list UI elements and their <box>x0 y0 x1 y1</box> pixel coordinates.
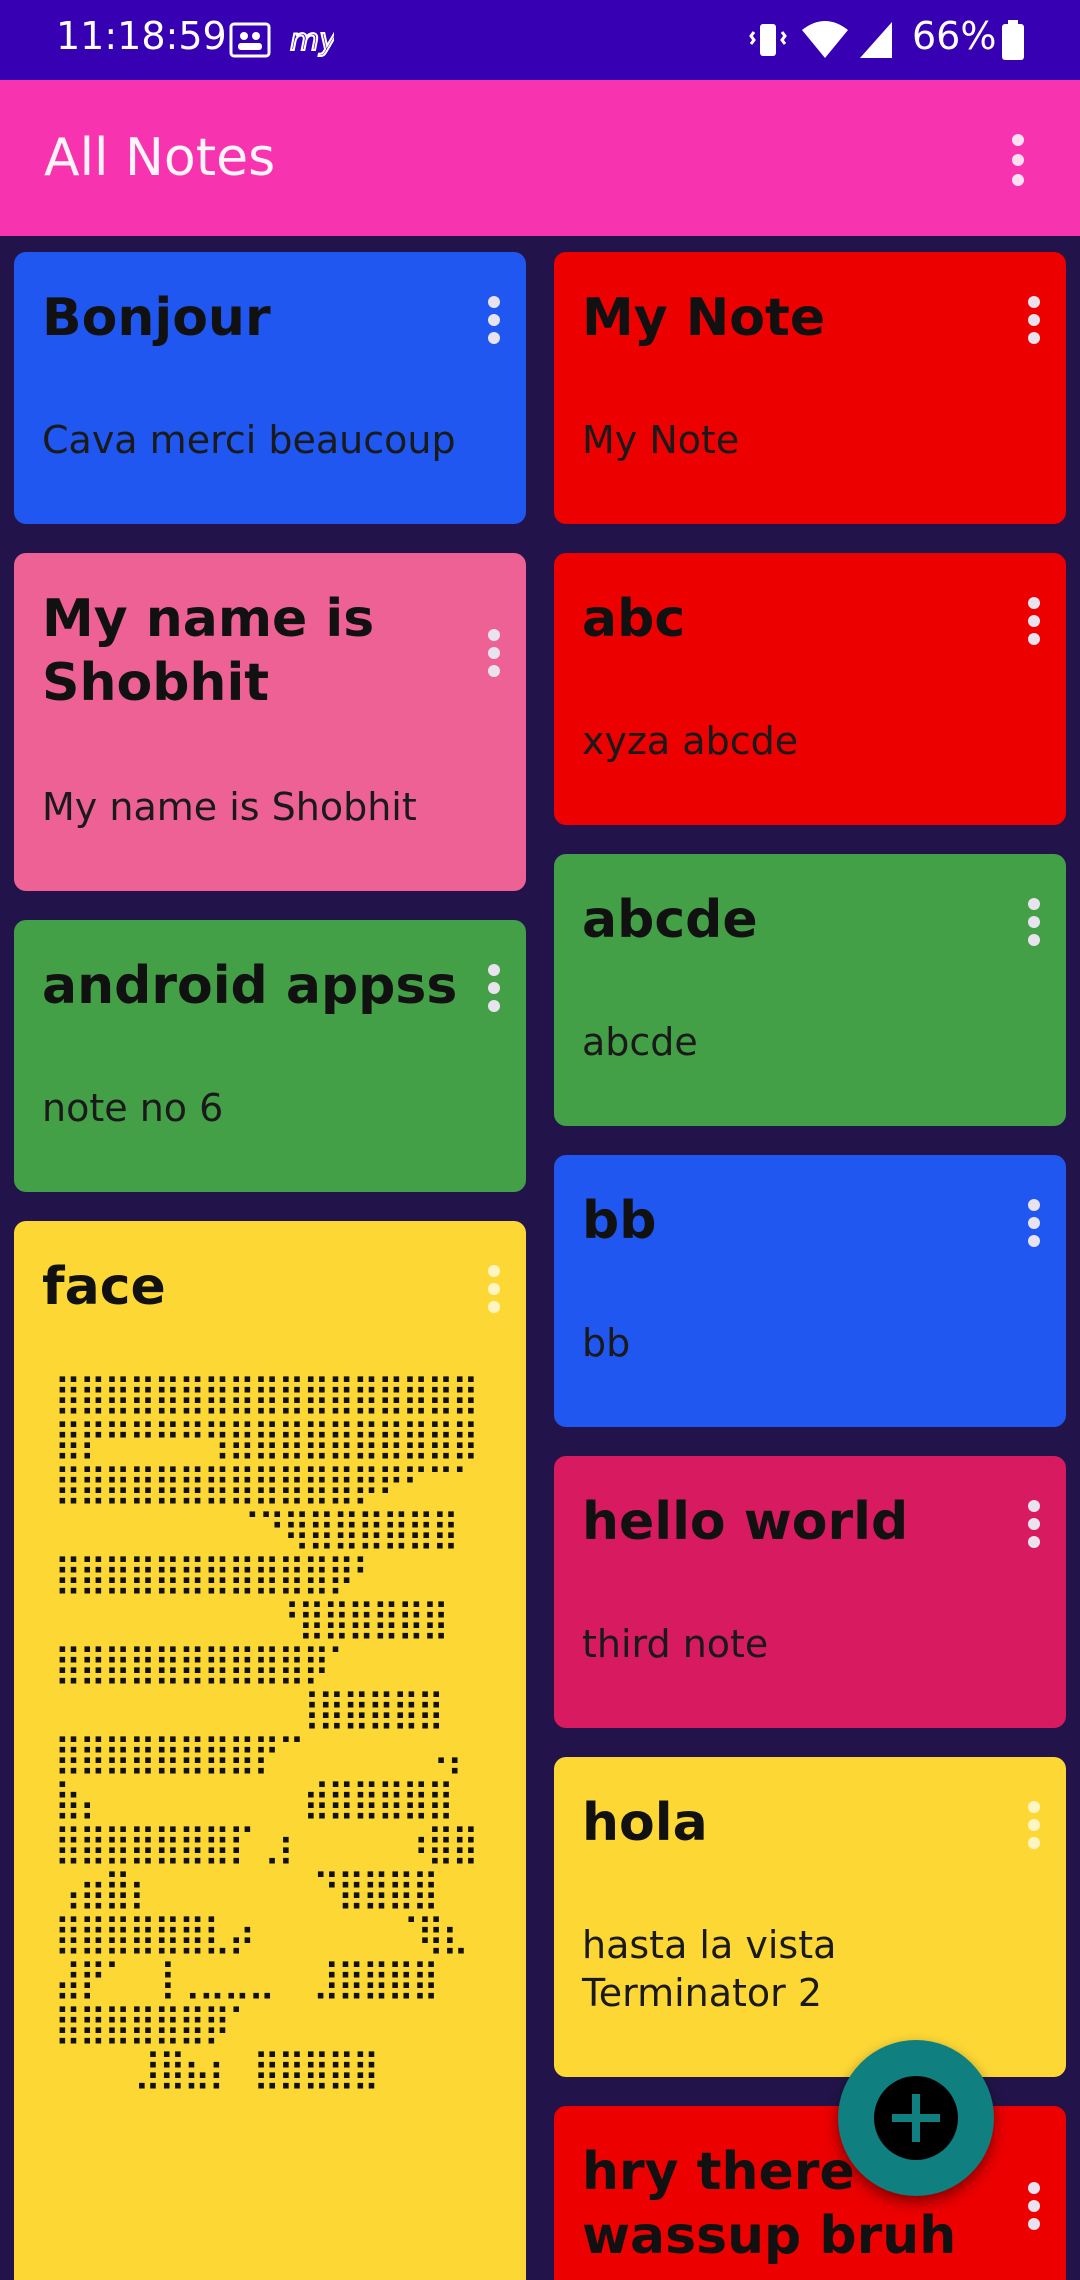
battery-icon <box>1002 20 1024 60</box>
note-card[interactable]: abcde abcde <box>554 854 1066 1126</box>
note-body: My name is Shobhit <box>42 785 417 829</box>
vibrate-icon <box>749 24 787 56</box>
more-vert-icon[interactable] <box>1016 1500 1052 1556</box>
note-title: hello world <box>582 1492 909 1552</box>
note-body: bb <box>582 1321 631 1365</box>
note-title: hola <box>582 1793 708 1853</box>
more-vert-icon[interactable] <box>1016 1801 1052 1857</box>
wifi-icon <box>802 21 848 58</box>
signal-icon <box>860 22 892 58</box>
app-bar: All Notes <box>0 80 1080 236</box>
note-title: My name is Shobhit <box>42 589 375 713</box>
note-card[interactable]: Bonjour Cava merci beaucoup <box>14 252 526 524</box>
more-vert-icon[interactable] <box>476 1265 512 1321</box>
more-vert-icon[interactable] <box>996 132 1040 188</box>
note-card[interactable]: hola hasta la vista Terminator 2 <box>554 1757 1066 2077</box>
note-title: android appss <box>42 956 458 1016</box>
note-card[interactable]: bb bb <box>554 1155 1066 1427</box>
note-body: hasta la vista Terminator 2 <box>582 1923 837 2015</box>
more-vert-icon[interactable] <box>476 964 512 1020</box>
more-vert-icon[interactable] <box>1016 2182 1052 2238</box>
more-vert-icon[interactable] <box>1016 1199 1052 1255</box>
more-vert-icon[interactable] <box>476 629 512 685</box>
note-card[interactable]: abc xyza abcde <box>554 553 1066 825</box>
note-body: My Note <box>582 418 740 462</box>
note-body: note no 6 <box>42 1086 224 1130</box>
status-bar: 11:18:59 my 66% <box>0 0 1080 80</box>
note-card[interactable]: My Note My Note <box>554 252 1066 524</box>
more-vert-icon[interactable] <box>476 296 512 352</box>
page-title: All Notes <box>44 128 276 188</box>
note-body: Cava merci beaucoup <box>42 418 456 462</box>
note-body: xyza abcde <box>582 719 799 763</box>
svg-text:my: my <box>290 23 334 58</box>
note-body: third note <box>582 1622 769 1666</box>
note-title: abcde <box>582 890 758 950</box>
note-card[interactable]: hello world third note <box>554 1456 1066 1728</box>
note-card[interactable]: face ⣿⣿⣿⣿⣿⣿⣿⣿⣿⣿⣿⣿⣿⣿⣿⣿⣿ ⣿⡟⠛⠛⠛⠛⢻⣿⣿⣿⣿⣿⣿⣿⣿⣿⣿… <box>14 1221 526 2280</box>
battery-percent: 66% <box>912 14 997 58</box>
add-note-button[interactable] <box>838 2040 994 2196</box>
more-vert-icon[interactable] <box>1016 296 1052 352</box>
myntra-icon: my <box>289 22 334 59</box>
fab-inner <box>874 2076 958 2160</box>
note-card[interactable]: My name is Shobhit My name is Shobhit <box>14 553 526 891</box>
note-body: abcde <box>582 1020 698 1064</box>
note-title: abc <box>582 589 686 649</box>
note-title: Bonjour <box>42 288 271 348</box>
note-title: My Note <box>582 288 826 348</box>
note-body: ⣿⣿⣿⣿⣿⣿⣿⣿⣿⣿⣿⣿⣿⣿⣿⣿⣿ ⣿⡟⠛⠛⠛⠛⢻⣿⣿⣿⣿⣿⣿⣿⣿⣿⣿ ⣿⣿⣿⣿… <box>54 1371 479 2090</box>
note-title: bb <box>582 1191 657 1251</box>
contacts-icon <box>229 22 271 58</box>
add-icon <box>892 2094 940 2142</box>
note-title: face <box>42 1257 166 1317</box>
more-vert-icon[interactable] <box>1016 597 1052 653</box>
more-vert-icon[interactable] <box>1016 898 1052 954</box>
status-time: 11:18:59 <box>56 14 227 58</box>
note-card[interactable]: android appss note no 6 <box>14 920 526 1192</box>
